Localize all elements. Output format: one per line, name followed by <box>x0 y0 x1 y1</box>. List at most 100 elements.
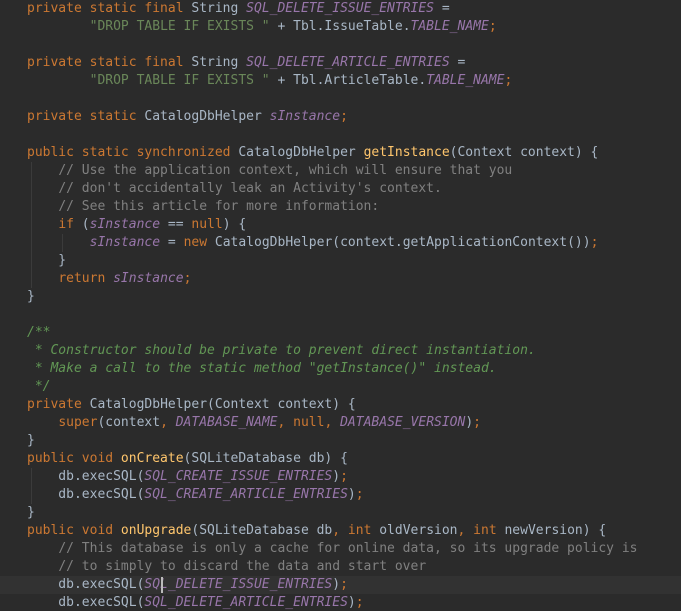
code-line[interactable]: // Use the application context, which wi… <box>27 162 512 180</box>
code-token: db.execSQL( <box>27 469 145 484</box>
code-token: ) <box>465 415 474 430</box>
keyword-token: ; <box>488 19 497 34</box>
field-token: SQL_DELETE_ARTICLE_ENTRIES <box>144 595 348 610</box>
keyword-token: , null, <box>277 415 341 430</box>
code-token: } <box>27 289 35 304</box>
code-token: ) <box>332 577 341 592</box>
javadoc-token: */ <box>27 379 51 394</box>
code-line[interactable]: * Constructor should be private to preve… <box>27 342 536 360</box>
code-token: CatalogDbHelper(context.getApplicationCo… <box>214 235 591 250</box>
keyword-token: ; <box>340 577 348 592</box>
field-token: sInstance <box>113 271 184 286</box>
code-line[interactable]: // don't accidentally leak an Activity's… <box>27 180 442 198</box>
code-line[interactable]: db.execSQL(SQL_DELETE_ARTICLE_ENTRIES); <box>27 594 364 611</box>
code-line[interactable]: "DROP TABLE IF EXISTS " + Tbl.ArticleTab… <box>27 72 513 90</box>
code-token: oldVersion <box>379 523 458 538</box>
code-token: newVersion) { <box>504 523 607 538</box>
code-token: String <box>191 1 247 16</box>
code-token: = <box>160 235 184 250</box>
code-token: db.execSQL( <box>27 487 145 502</box>
field-token: SQL_CREATE_ARTICLE_ENTRIES <box>144 487 348 502</box>
code-line[interactable]: public void onCreate(SQLiteDatabase db) … <box>27 450 348 468</box>
code-token: String <box>191 55 247 70</box>
code-token: CatalogDbHelper(Context context) { <box>89 397 356 412</box>
keyword-token: ; <box>183 271 192 286</box>
field-token: sInstance <box>269 109 341 124</box>
code-token: (context <box>97 415 161 430</box>
keyword-token: new <box>183 235 215 250</box>
keyword-token: ; <box>355 595 364 610</box>
keyword-token: public void <box>27 523 121 538</box>
code-line[interactable]: private CatalogDbHelper(Context context)… <box>27 396 356 414</box>
code-line[interactable]: * Make a call to the static method "getI… <box>27 360 497 378</box>
code-editor[interactable]: private static final String SQL_DELETE_I… <box>0 0 681 611</box>
keyword-token: private static <box>27 109 145 124</box>
code-line[interactable]: // See this article for more information… <box>27 198 379 216</box>
code-line[interactable]: db.execSQL(SQL_DELETE_ISSUE_ENTRIES); <box>27 576 348 594</box>
keyword-token: private static final <box>27 1 192 16</box>
comment-token: // Use the application context, which wi… <box>58 163 513 178</box>
code-token: ) <box>347 487 356 502</box>
code-line[interactable]: private static final String SQL_DELETE_I… <box>27 0 450 18</box>
code-token: } <box>27 505 35 520</box>
code-token: ) <box>332 469 341 484</box>
code-token: (SQLiteDatabase db) { <box>183 451 348 466</box>
javadoc-token: * Constructor should be private to preve… <box>27 343 536 358</box>
method-name-token: getInstance <box>363 145 450 160</box>
field-token: SQL_DELETE_ISSUE_ENTRIES <box>246 1 435 16</box>
keyword-token: , int <box>332 523 380 538</box>
keyword-token: ; <box>504 73 513 88</box>
code-line[interactable]: public void onUpgrade(SQLiteDatabase db,… <box>27 522 606 540</box>
code-line[interactable]: return sInstance; <box>27 270 191 288</box>
code-token: CatalogDbHelper <box>144 109 270 124</box>
comment-token: // This database is only a cache for onl… <box>58 541 638 556</box>
code-line[interactable]: } <box>27 288 35 306</box>
field-token: SQL_DELETE_ARTICLE_ENTRIES <box>246 55 450 70</box>
code-line[interactable]: } <box>27 504 35 522</box>
keyword-token: ; <box>340 469 348 484</box>
keyword-token: return <box>58 271 114 286</box>
code-token: ) <box>347 595 356 610</box>
comment-token: // See this article for more information… <box>58 199 380 214</box>
comment-token: // to simply to discard the data and sta… <box>58 559 427 574</box>
code-line[interactable]: db.execSQL(SQL_CREATE_ISSUE_ENTRIES); <box>27 468 348 486</box>
code-line[interactable]: sInstance = new CatalogDbHelper(context.… <box>27 234 599 252</box>
code-token: } <box>27 253 67 268</box>
javadoc-token: * Make a call to the static method "getI… <box>27 361 497 376</box>
field-token: TABLE_NAME <box>426 73 505 88</box>
code-token: + Tbl.IssueTable. <box>269 19 411 34</box>
code-token: db.execSQL( <box>27 595 145 610</box>
code-line[interactable]: super(context, DATABASE_NAME, null, DATA… <box>27 414 481 432</box>
code-line[interactable]: // This database is only a cache for onl… <box>27 540 638 558</box>
code-line[interactable]: db.execSQL(SQL_CREATE_ARTICLE_ENTRIES); <box>27 486 363 504</box>
code-line[interactable]: // to simply to discard the data and sta… <box>27 558 426 576</box>
code-line[interactable]: */ <box>27 378 51 396</box>
field-token: sInstance <box>89 217 161 232</box>
code-token: (Context context) { <box>449 145 599 160</box>
text-caret <box>160 577 163 593</box>
code-token: } <box>27 433 35 448</box>
code-line[interactable]: "DROP TABLE IF EXISTS " + Tbl.IssueTable… <box>27 18 497 36</box>
code-line[interactable]: if (sInstance == null) { <box>27 216 246 234</box>
code-line[interactable]: } <box>27 432 35 450</box>
field-token: SQL_CREATE_ISSUE_ENTRIES <box>144 469 333 484</box>
code-line[interactable]: private static final String SQL_DELETE_A… <box>27 54 465 72</box>
code-line[interactable]: } <box>27 252 66 270</box>
code-line[interactable]: /** <box>27 324 50 342</box>
keyword-token: null <box>191 217 223 232</box>
code-token: == <box>160 217 192 232</box>
code-token: + Tbl.ArticleTable. <box>269 73 427 88</box>
field-token: DATABASE_NAME <box>175 415 278 430</box>
field-token: sInstance <box>89 235 161 250</box>
code-line[interactable]: public static synchronized CatalogDbHelp… <box>27 144 598 162</box>
method-name-token: onCreate <box>120 451 184 466</box>
keyword-token: private static final <box>27 55 192 70</box>
code-token: ) { <box>222 217 247 232</box>
code-line[interactable]: private static CatalogDbHelper sInstance… <box>27 108 348 126</box>
